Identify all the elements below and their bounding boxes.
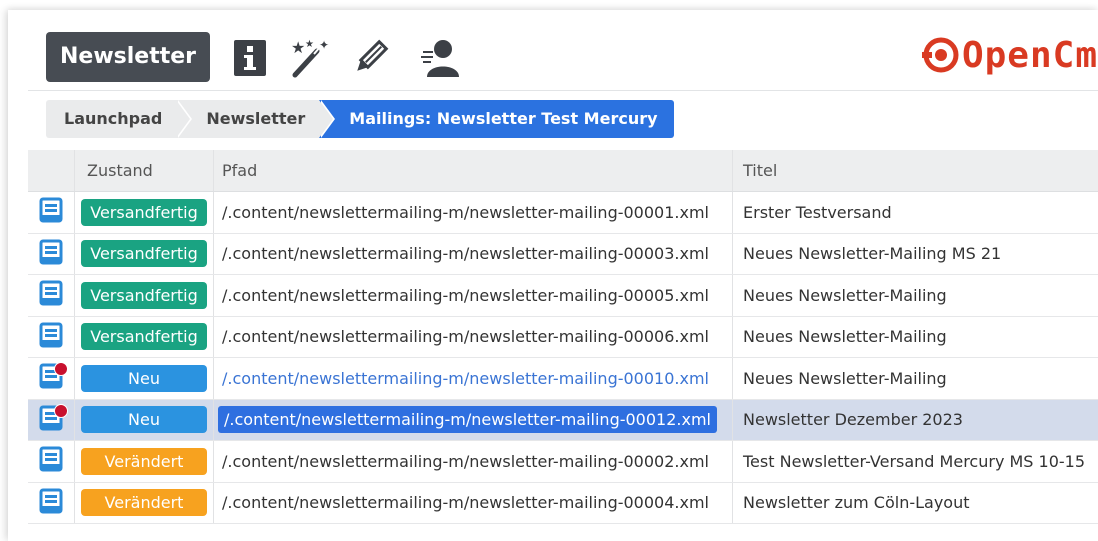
path-cell: /.content/newslettermailing-m/newsletter… [214, 358, 733, 399]
title-text: Neues Newsletter-Mailing [743, 368, 947, 388]
logo-mark-icon [921, 37, 959, 73]
pencil-icon[interactable] [348, 36, 392, 80]
title-cell: Neues Newsletter-Mailing MS 21 [733, 234, 1098, 275]
title-cell: Newsletter Dezember 2023 [733, 400, 1098, 441]
column-header-icon [28, 150, 75, 191]
state-cell: Versandfertig [75, 192, 214, 233]
newsletter-document-icon[interactable] [39, 197, 63, 227]
column-header-titel[interactable]: Titel [733, 150, 1098, 191]
state-cell: Versandfertig [75, 233, 214, 274]
table-row[interactable]: Versandfertig /.content/newslettermailing… [28, 316, 1098, 358]
title-cell: Neues Newsletter-Mailing [733, 317, 1098, 358]
state-cell: Versandfertig [75, 275, 214, 316]
breadcrumb-item-current: Mailings: Newsletter Test Mercury [319, 100, 674, 138]
table-row[interactable]: Versandfertig /.content/newslettermailing… [28, 192, 1098, 234]
toolbar: Newsletter ★ ★ ✦ OpenCm [8, 10, 1098, 98]
path-link[interactable]: /.content/newslettermailing-m/newsletter… [222, 286, 709, 305]
column-header-zustand[interactable]: Zustand [75, 150, 214, 191]
path-link[interactable]: /.content/newslettermailing-m/newsletter… [222, 493, 709, 512]
title-text: Newsletter zum Cöln-Layout [743, 493, 970, 513]
path-cell: /.content/newslettermailing-m/newsletter… [214, 233, 733, 274]
state-cell: Neu [75, 399, 214, 440]
status-badge: Verändert [81, 489, 207, 517]
table-row[interactable]: Versandfertig /.content/newslettermailing… [28, 275, 1098, 317]
breadcrumb-item-launchpad[interactable]: Launchpad [46, 100, 193, 138]
state-cell: Versandfertig [75, 316, 214, 357]
user-icon[interactable] [418, 36, 462, 80]
path-cell: /.content/newslettermailing-m/newsletter… [214, 192, 733, 233]
state-cell: Verändert [75, 441, 214, 482]
unpublished-dot-icon [54, 403, 68, 418]
path-link[interactable]: /.content/newslettermailing-m/newsletter… [218, 406, 717, 434]
app-title: Newsletter [46, 32, 210, 82]
title-text: Neues Newsletter-Mailing MS 21 [743, 244, 1002, 264]
status-badge: Neu [81, 364, 207, 392]
row-icon-cell [28, 275, 75, 316]
title-text: Test Newsletter-Versand Mercury MS 10-15 [743, 451, 1086, 471]
row-icon-cell [28, 358, 75, 399]
table-header: Zustand Pfad Titel [28, 150, 1098, 192]
newsletter-document-icon[interactable] [39, 239, 63, 269]
title-text: Newsletter Dezember 2023 [743, 410, 963, 430]
title-cell: Neues Newsletter-Mailing [733, 275, 1098, 316]
path-link[interactable]: /.content/newslettermailing-m/newsletter… [222, 203, 709, 222]
logo-text: OpenCm [961, 34, 1098, 76]
row-icon-cell [28, 316, 75, 357]
svg-text:★: ★ [305, 39, 314, 50]
path-link[interactable]: /.content/newslettermailing-m/newsletter… [222, 369, 709, 388]
column-header-pfad[interactable]: Pfad [214, 150, 733, 191]
status-badge: Versandfertig [81, 323, 207, 351]
newsletter-document-icon[interactable] [39, 446, 63, 476]
state-cell: Verändert [75, 482, 214, 523]
status-badge: Versandfertig [81, 198, 207, 226]
state-cell: Neu [75, 358, 214, 399]
table-row[interactable]: Verändert /.content/newslettermailing-m/n… [28, 482, 1098, 524]
status-badge: Versandfertig [81, 281, 207, 309]
title-cell: Neues Newsletter-Mailing [733, 358, 1098, 399]
row-icon-cell [28, 192, 75, 233]
table-row[interactable]: Neu /.content/newslettermailing-m/newslet… [28, 399, 1098, 441]
status-badge: Versandfertig [81, 240, 207, 268]
title-text: Neues Newsletter-Mailing [743, 327, 947, 347]
mailings-table: Zustand Pfad Titel Versandfertig /.conten… [28, 150, 1098, 524]
row-icon-cell [28, 441, 75, 482]
status-badge: Verändert [81, 447, 207, 475]
path-cell: /.content/newslettermailing-m/newsletter… [214, 441, 733, 482]
title-cell: Newsletter zum Cöln-Layout [733, 483, 1098, 524]
app-window: Newsletter ★ ★ ✦ OpenCm Launchpad Newsle… [8, 10, 1098, 541]
newsletter-document-icon[interactable] [39, 322, 63, 352]
row-icon-cell [28, 233, 75, 274]
toolbar-divider [28, 90, 1098, 91]
table-body: Versandfertig /.content/newslettermailing… [28, 192, 1098, 524]
status-badge: Neu [81, 406, 207, 434]
title-text: Erster Testversand [743, 202, 892, 222]
title-text: Neues Newsletter-Mailing [743, 285, 947, 305]
path-cell: /.content/newslettermailing-m/newsletter… [214, 316, 733, 357]
table-row[interactable]: Versandfertig /.content/newslettermailing… [28, 233, 1098, 275]
path-link[interactable]: /.content/newslettermailing-m/newsletter… [222, 452, 709, 471]
newsletter-document-icon[interactable] [39, 280, 63, 310]
title-cell: Erster Testversand [733, 192, 1098, 233]
table-row[interactable]: Verändert /.content/newslettermailing-m/n… [28, 441, 1098, 483]
path-link[interactable]: /.content/newslettermailing-m/newsletter… [222, 244, 709, 263]
magic-wand-icon[interactable]: ★ ★ ✦ [288, 36, 332, 80]
svg-text:★: ★ [291, 38, 305, 57]
path-link[interactable]: /.content/newslettermailing-m/newsletter… [222, 327, 709, 346]
title-cell: Test Newsletter-Versand Mercury MS 10-15 [733, 441, 1098, 482]
row-icon-cell [28, 399, 75, 440]
row-icon-cell [28, 482, 75, 523]
breadcrumb-item-newsletter[interactable]: Newsletter [176, 100, 336, 138]
path-cell: /.content/newslettermailing-m/newsletter… [214, 399, 733, 440]
newsletter-document-icon[interactable] [39, 488, 63, 518]
table-row[interactable]: Neu /.content/newslettermailing-m/newslet… [28, 358, 1098, 400]
opencms-logo: OpenCm [921, 32, 1098, 78]
breadcrumb: Launchpad Newsletter Mailings: Newslette… [46, 100, 674, 138]
svg-text:✦: ✦ [319, 38, 329, 52]
unpublished-dot-icon [54, 362, 68, 376]
path-cell: /.content/newslettermailing-m/newsletter… [214, 275, 733, 316]
info-icon[interactable] [228, 36, 272, 80]
path-cell: /.content/newslettermailing-m/newsletter… [214, 482, 733, 523]
